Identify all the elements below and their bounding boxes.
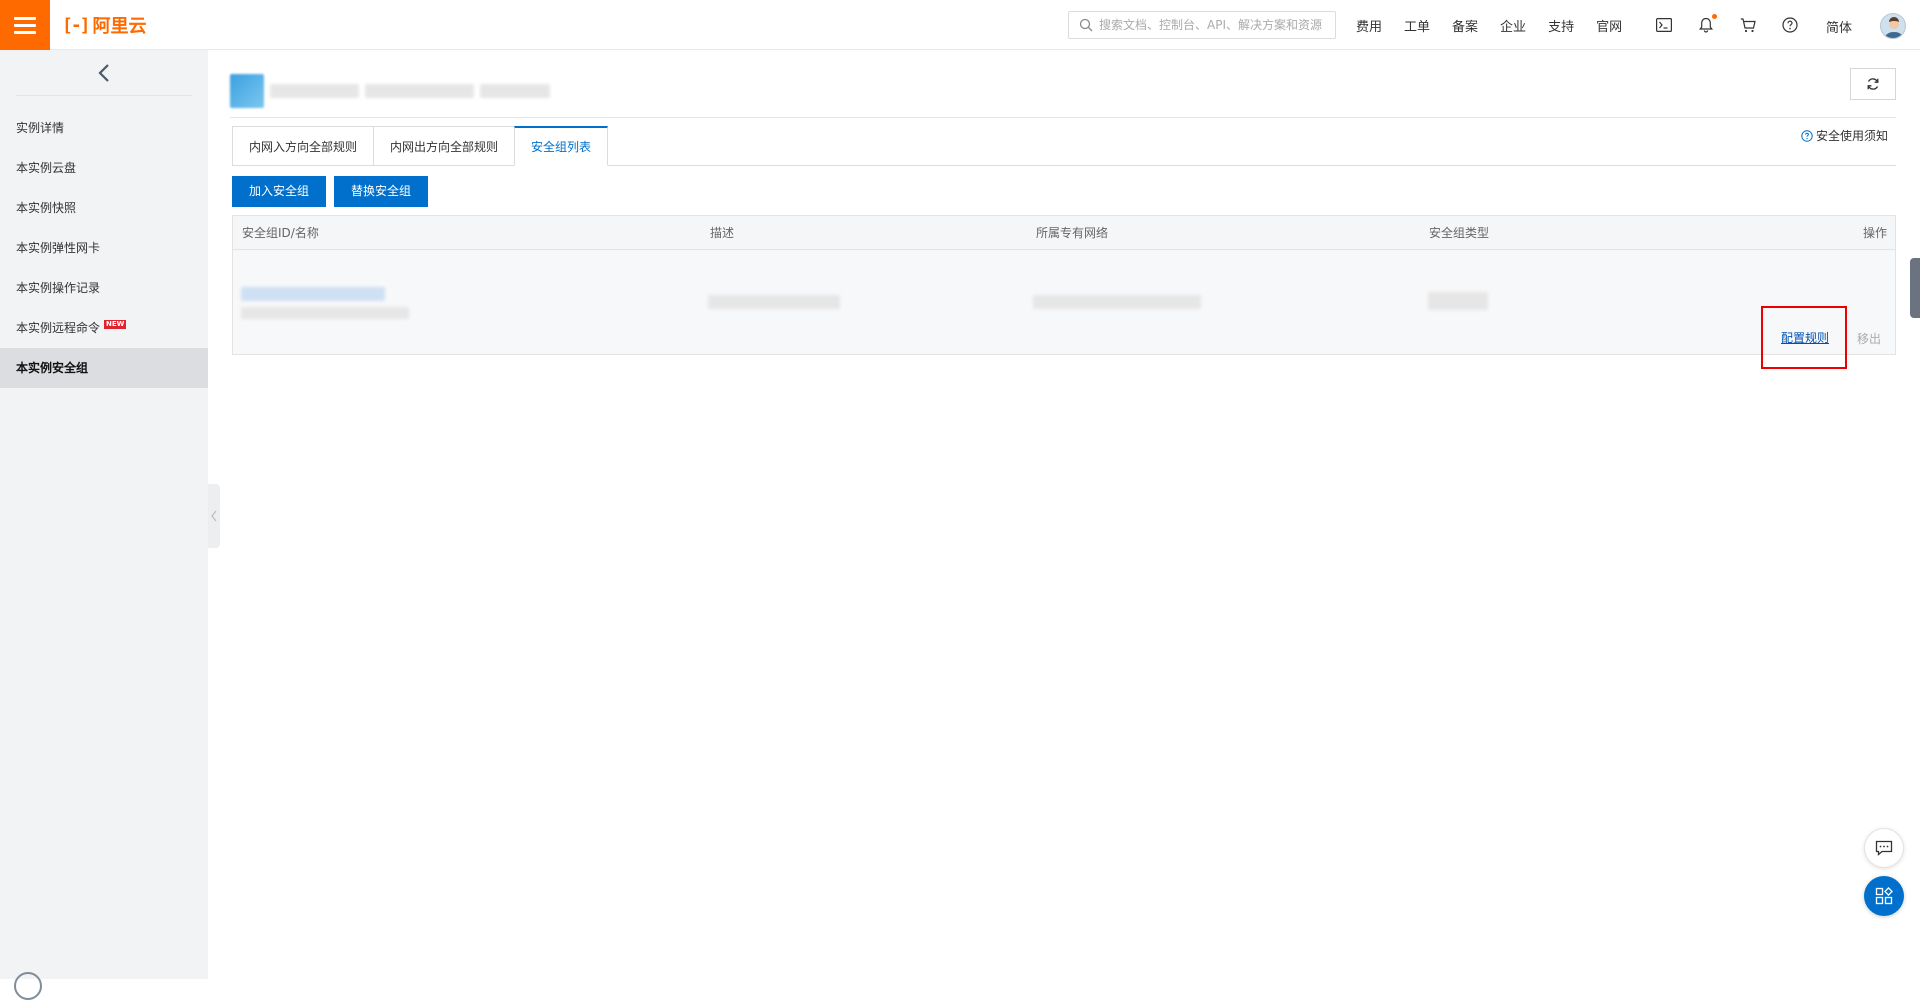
brand-logo[interactable]: [-] 阿里云 <box>62 12 147 38</box>
feedback-chat-button[interactable] <box>1864 828 1904 868</box>
security-group-id-link[interactable] <box>241 287 385 301</box>
nav-fees[interactable]: 费用 <box>1356 16 1382 35</box>
vpc-id[interactable] <box>1033 295 1201 309</box>
redacted-block <box>480 84 551 98</box>
sidebar-item-disks[interactable]: 本实例云盘 <box>0 148 208 188</box>
redacted-block <box>365 84 475 98</box>
chevron-left-icon <box>211 510 217 522</box>
sidebar-item-eni[interactable]: 本实例弹性网卡 <box>0 228 208 268</box>
nav-enterprise[interactable]: 企业 <box>1500 16 1526 35</box>
refresh-icon <box>1867 78 1879 90</box>
tab-egress-rules[interactable]: 内网出方向全部规则 <box>373 126 515 166</box>
language-switch[interactable]: 简体 <box>1826 17 1852 36</box>
help-circle-icon <box>1801 129 1813 142</box>
sidebar-item-remote-commands[interactable]: 本实例远程命令 NEW <box>0 308 208 348</box>
column-header-description: 描述 <box>710 226 735 240</box>
nav-tickets[interactable]: 工单 <box>1404 16 1430 35</box>
global-search[interactable] <box>1068 11 1336 39</box>
hamburger-menu-button[interactable] <box>0 0 50 50</box>
page-title-redacted <box>230 74 551 108</box>
sidebar-bottom-icon[interactable] <box>14 972 42 1000</box>
sidebar-item-label: 本实例操作记录 <box>16 281 101 295</box>
sidebar-item-label: 本实例快照 <box>16 201 77 215</box>
bell-icon[interactable] <box>1697 14 1717 34</box>
sidebar-item-operation-log[interactable]: 本实例操作记录 <box>0 268 208 308</box>
brand-name: 阿里云 <box>92 16 147 37</box>
sidebar-item-label: 本实例云盘 <box>16 161 77 175</box>
apps-icon <box>1875 887 1893 905</box>
replace-security-group-button[interactable]: 替换安全组 <box>334 176 429 207</box>
menu-icon-line <box>14 30 36 34</box>
top-icon-group <box>1655 0 1799 50</box>
logo-icon: [-] <box>62 14 90 36</box>
sidebar: 实例详情 本实例云盘 本实例快照 本实例弹性网卡 本实例操作记录 本实例远程命令… <box>0 50 208 979</box>
menu-icon-line <box>14 23 36 27</box>
sidebar-collapse-handle[interactable] <box>208 484 220 548</box>
table-header: 安全组ID/名称 描述 所属专有网络 安全组类型 操作 <box>233 216 1895 250</box>
column-header-vpc: 所属专有网络 <box>1036 226 1109 240</box>
action-buttons: 加入安全组 替换安全组 <box>232 176 429 207</box>
join-security-group-button[interactable]: 加入安全组 <box>232 176 327 207</box>
table-row: 配置规则 移出 <box>233 250 1895 369</box>
search-input[interactable] <box>1099 18 1329 32</box>
configure-rules-link[interactable]: 配置规则 <box>1781 329 1829 346</box>
security-notice-label: 安全使用须知 <box>1815 129 1888 143</box>
security-notice-link[interactable]: 安全使用须知 <box>1801 127 1888 144</box>
column-header-actions: 操作 <box>1862 226 1887 240</box>
page-title-row <box>230 68 1896 118</box>
sidebar-item-instance-details[interactable]: 实例详情 <box>0 108 208 148</box>
new-badge: NEW <box>104 320 127 329</box>
chat-icon <box>1875 840 1893 856</box>
top-nav: 费用 工单 备案 企业 支持 官网 <box>1356 0 1644 50</box>
remove-link[interactable]: 移出 <box>1857 330 1881 347</box>
sidebar-item-label: 本实例弹性网卡 <box>16 241 101 255</box>
nav-official-site[interactable]: 官网 <box>1596 16 1622 35</box>
sidebar-item-security-groups[interactable]: 本实例安全组 <box>0 348 208 388</box>
security-group-table: 安全组ID/名称 描述 所属专有网络 安全组类型 操作 配置规则 移出 <box>232 215 1896 369</box>
column-header-id-name: 安全组ID/名称 <box>242 226 319 240</box>
security-group-name <box>241 307 409 319</box>
instance-icon <box>230 74 264 108</box>
top-bar: [-] 阿里云 费用 工单 备案 企业 支持 官网 简体 <box>0 0 1920 50</box>
sidebar-item-label: 实例详情 <box>16 121 65 135</box>
sidebar-back-button[interactable] <box>16 50 192 96</box>
column-header-type: 安全组类型 <box>1429 226 1490 240</box>
refresh-button[interactable] <box>1850 68 1896 100</box>
nav-icp[interactable]: 备案 <box>1452 16 1478 35</box>
search-icon <box>1079 18 1093 32</box>
chevron-left-icon <box>98 63 109 82</box>
tab-ingress-rules[interactable]: 内网入方向全部规则 <box>232 126 374 166</box>
help-icon[interactable] <box>1781 16 1799 34</box>
tab-bar: 内网入方向全部规则 内网出方向全部规则 安全组列表 <box>232 126 609 166</box>
menu-icon-line <box>14 16 36 20</box>
sidebar-item-label: 本实例安全组 <box>16 361 89 375</box>
terminal-icon[interactable] <box>1655 16 1673 34</box>
right-edge-handle[interactable] <box>1910 258 1920 318</box>
nav-support[interactable]: 支持 <box>1548 16 1574 35</box>
tab-security-group-list[interactable]: 安全组列表 <box>514 126 609 166</box>
cart-icon[interactable] <box>1739 16 1757 34</box>
security-group-description <box>708 295 840 309</box>
notification-dot <box>1712 14 1717 19</box>
sidebar-item-snapshots[interactable]: 本实例快照 <box>0 188 208 228</box>
redacted-block <box>269 84 360 98</box>
avatar[interactable] <box>1880 13 1906 39</box>
sidebar-item-label: 本实例远程命令 <box>16 321 101 335</box>
app-launcher-button[interactable] <box>1864 876 1904 916</box>
security-group-type <box>1428 292 1488 310</box>
